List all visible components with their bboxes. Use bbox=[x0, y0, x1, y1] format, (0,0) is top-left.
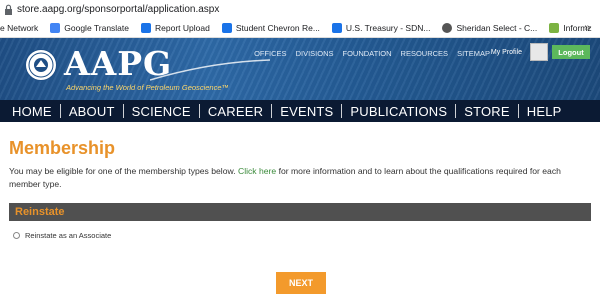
nav-publications[interactable]: PUBLICATIONS bbox=[342, 104, 455, 119]
nav-divider bbox=[517, 104, 519, 118]
bookmarks-more-button[interactable]: » bbox=[584, 22, 590, 33]
main-content: Membership You may be eligible for one o… bbox=[0, 122, 600, 240]
bookmark-google-translate[interactable]: Google Translate bbox=[50, 23, 129, 33]
link-divisions[interactable]: DIVISIONS bbox=[296, 49, 334, 58]
page-icon bbox=[331, 23, 342, 33]
bookmark-network[interactable]: e Network bbox=[0, 23, 38, 33]
link-sitemap[interactable]: SITEMAP bbox=[457, 49, 490, 58]
bookmarks-bar: e Network Google Translate Report Upload… bbox=[0, 19, 600, 37]
translate-icon bbox=[50, 23, 61, 33]
nav-science[interactable]: SCIENCE bbox=[124, 104, 199, 119]
membership-option[interactable]: Reinstate as an Associate bbox=[9, 231, 591, 240]
link-resources[interactable]: RESOURCES bbox=[401, 49, 449, 58]
bookmark-student-chevron[interactable]: Student Chevron Re... bbox=[221, 23, 320, 33]
bookmark-label: Report Upload bbox=[155, 23, 210, 33]
nav-divider bbox=[198, 104, 200, 118]
site-header: AAPG Advancing the World of Petroleum Ge… bbox=[0, 38, 600, 100]
intro-text: You may be eligible for one of the membe… bbox=[9, 165, 591, 191]
link-offices[interactable]: OFFICES bbox=[254, 49, 287, 58]
nav-career[interactable]: CAREER bbox=[200, 104, 271, 119]
nav-divider bbox=[122, 104, 124, 118]
page-title: Membership bbox=[9, 138, 116, 158]
nav-divider bbox=[455, 104, 457, 118]
intro-text-start: You may be eligible for one of the membe… bbox=[9, 166, 238, 176]
address-bar[interactable]: store.aapg.org/sponsorportal/application… bbox=[0, 0, 600, 19]
logout-button[interactable]: Logout bbox=[552, 45, 590, 59]
nav-about[interactable]: ABOUT bbox=[61, 104, 123, 119]
informz-icon bbox=[549, 23, 560, 33]
bookmark-label: Student Chevron Re... bbox=[235, 23, 320, 33]
nav-divider bbox=[341, 104, 343, 118]
section-header: Reinstate bbox=[9, 203, 591, 221]
section-title: Reinstate bbox=[15, 206, 65, 218]
lock-icon bbox=[5, 4, 12, 15]
bookmark-label: U.S. Treasury - SDN... bbox=[345, 23, 431, 33]
logo-swoosh-icon bbox=[150, 59, 270, 81]
utility-links: OFFICES DIVISIONS FOUNDATION RESOURCES S… bbox=[245, 49, 490, 58]
bookmark-label: Google Translate bbox=[64, 23, 129, 33]
avatar[interactable] bbox=[530, 43, 548, 61]
tagline: Advancing the World of Petroleum Geoscie… bbox=[66, 83, 229, 92]
aapg-seal-icon[interactable] bbox=[24, 48, 58, 82]
click-here-link[interactable]: Click here bbox=[238, 166, 276, 176]
bookmark-label: e Network bbox=[0, 23, 39, 33]
my-profile-link[interactable]: My Profile bbox=[491, 49, 522, 56]
option-label[interactable]: Reinstate as an Associate bbox=[25, 231, 111, 240]
bookmark-label: Sheridan Select - C... bbox=[456, 23, 538, 33]
link-foundation[interactable]: FOUNDATION bbox=[343, 49, 392, 58]
next-button[interactable]: NEXT bbox=[276, 272, 326, 294]
reinstate-associate-radio[interactable] bbox=[13, 232, 20, 239]
nav-divider bbox=[59, 104, 61, 118]
nav-help[interactable]: HELP bbox=[519, 104, 570, 119]
nav-store[interactable]: STORE bbox=[456, 104, 518, 119]
page-icon bbox=[141, 23, 151, 33]
browser-bar: store.aapg.org/sponsorportal/application… bbox=[0, 0, 600, 38]
globe-icon bbox=[442, 23, 453, 33]
page-icon bbox=[221, 23, 232, 33]
nav-home[interactable]: HOME bbox=[4, 104, 60, 119]
bookmark-sheridan-select[interactable]: Sheridan Select - C... bbox=[442, 23, 537, 33]
bookmark-us-treasury[interactable]: U.S. Treasury - SDN... bbox=[331, 23, 431, 33]
nav-events[interactable]: EVENTS bbox=[272, 104, 341, 119]
url-text[interactable]: store.aapg.org/sponsorportal/application… bbox=[17, 4, 219, 15]
bookmark-report-upload[interactable]: Report Upload bbox=[141, 23, 210, 33]
nav-divider bbox=[271, 104, 273, 118]
main-nav: HOME ABOUT SCIENCE CAREER EVENTS PUBLICA… bbox=[0, 100, 600, 122]
